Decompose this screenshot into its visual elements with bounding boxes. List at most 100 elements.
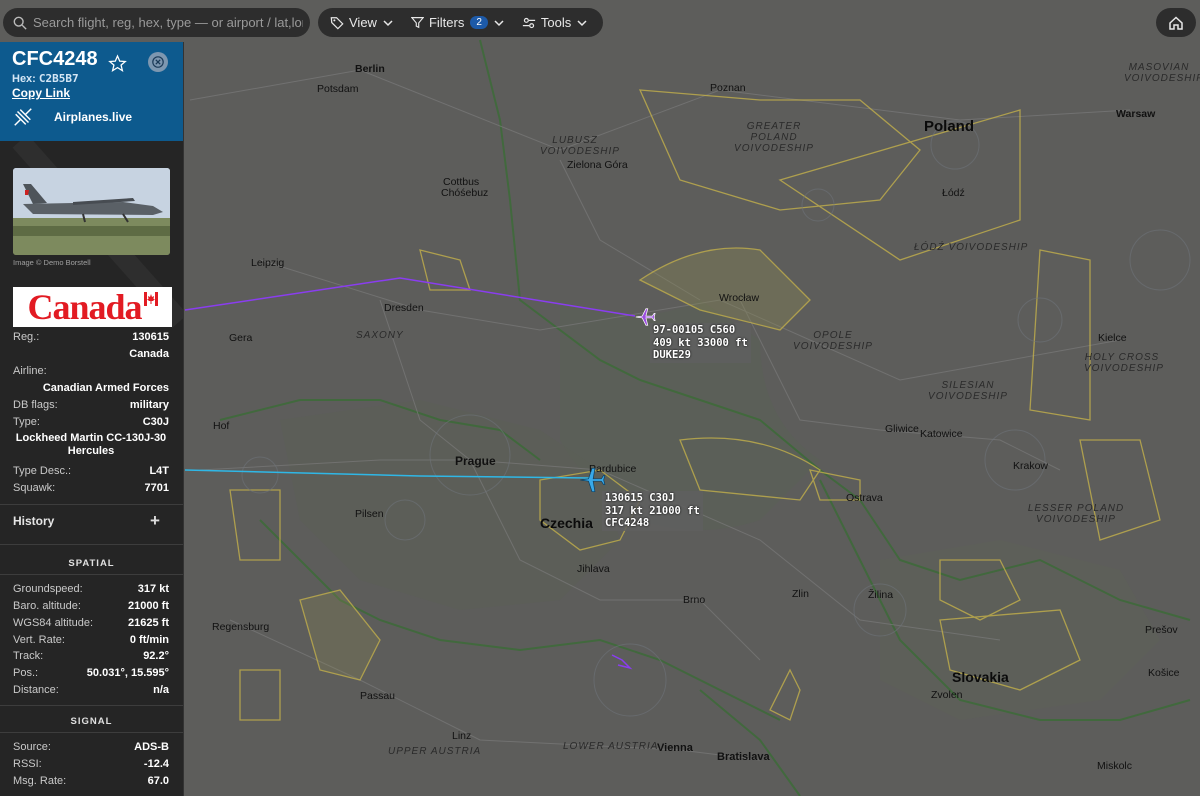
msg-rate-label: Msg. Rate: bbox=[13, 775, 67, 787]
vert-rate-row: Vert. Rate: 0 ft/min bbox=[13, 634, 169, 646]
squawk-value: 7701 bbox=[144, 482, 169, 494]
filters-button[interactable]: Filters 2 bbox=[405, 8, 510, 37]
distance-value: n/a bbox=[153, 684, 169, 696]
reg-label: Reg.: bbox=[13, 331, 40, 343]
aircraft-info-panel: CFC4248 Hex: C2B5B7 Copy Link Airplanes.… bbox=[0, 42, 184, 796]
city-label: Kielce bbox=[1098, 332, 1127, 344]
close-button[interactable] bbox=[148, 52, 168, 72]
type-label: Type: bbox=[13, 416, 40, 428]
track-row: Track: 92.2° bbox=[13, 650, 169, 662]
airplane-icon bbox=[14, 108, 32, 126]
reg-row: Reg.: 130615 bbox=[13, 331, 169, 343]
type-value: C30J bbox=[142, 416, 169, 428]
aircraft-label-line: 317 kt 21000 ft bbox=[605, 504, 700, 517]
region-label: OPOLE VOIVODESHIP bbox=[793, 330, 873, 352]
search-input[interactable] bbox=[33, 15, 303, 30]
country-label: Czechia bbox=[540, 515, 593, 531]
filters-count-badge: 2 bbox=[470, 16, 488, 29]
dbflags-label: DB flags: bbox=[13, 399, 58, 411]
aircraft-label-line: 130615 C30J bbox=[605, 492, 675, 504]
maple-leaf-icon bbox=[143, 292, 158, 306]
divider bbox=[0, 504, 183, 505]
city-label: Prague bbox=[455, 454, 496, 468]
divider bbox=[0, 732, 183, 733]
baro-altitude-label: Baro. altitude: bbox=[13, 600, 81, 612]
type-row: Type: C30J bbox=[13, 416, 169, 428]
flag-wordmark: Canada bbox=[27, 287, 142, 327]
squawk-label: Squawk: bbox=[13, 482, 56, 494]
source-site-label: Airplanes.live bbox=[54, 110, 133, 124]
dbflags-row: DB flags: military bbox=[13, 399, 169, 411]
reg-country-row: Canada bbox=[13, 348, 169, 360]
star-icon[interactable] bbox=[108, 54, 127, 73]
city-label: Košice bbox=[1148, 667, 1180, 679]
divider bbox=[0, 705, 183, 706]
tools-button[interactable]: Tools bbox=[516, 8, 593, 37]
airline-label: Airline: bbox=[13, 365, 47, 377]
home-button[interactable] bbox=[1156, 8, 1196, 37]
city-label: Zlin bbox=[792, 588, 809, 600]
track-value: 92.2° bbox=[143, 650, 169, 662]
aircraft-label-line: DUKE29 bbox=[653, 349, 691, 361]
country-label: Slovakia bbox=[952, 669, 1009, 685]
track-label: Track: bbox=[13, 650, 44, 662]
aircraft-label-line: 97-00105 C560 bbox=[653, 324, 736, 336]
home-icon bbox=[1169, 15, 1183, 30]
source-value: ADS-B bbox=[134, 741, 169, 753]
distance-row: Distance: n/a bbox=[13, 684, 169, 696]
aircraft-label-line: 409 kt 33000 ft bbox=[653, 336, 748, 349]
aircraft-label-line: CFC4248 bbox=[605, 517, 650, 529]
groundspeed-label: Groundspeed: bbox=[13, 583, 83, 595]
city-label: Bratislava bbox=[717, 751, 770, 763]
tag-icon bbox=[330, 16, 344, 30]
rssi-label: RSSI: bbox=[13, 758, 42, 770]
city-label: Regensburg bbox=[212, 621, 270, 633]
city-label: Brno bbox=[683, 594, 706, 606]
reg-value[interactable]: 130615 bbox=[132, 331, 169, 343]
region-label: ŁÓDŹ VOIVODESHIP bbox=[914, 242, 1029, 253]
view-label: View bbox=[349, 15, 377, 30]
search-bar[interactable] bbox=[3, 8, 310, 37]
city-label: Prešov bbox=[1145, 624, 1178, 636]
squawk-row: Squawk: 7701 bbox=[13, 482, 169, 494]
view-button[interactable]: View bbox=[324, 8, 399, 37]
aircraft-label-cfc4248[interactable]: 130615 C30J 317 kt 21000 ft CFC4248 bbox=[602, 491, 703, 531]
aircraft-icon-cfc4248[interactable] bbox=[578, 466, 606, 494]
source-link-row[interactable]: Airplanes.live bbox=[12, 106, 171, 128]
typedesc-row: Type Desc.: L4T bbox=[13, 465, 169, 477]
spatial-section-title: SPATIAL bbox=[68, 558, 115, 569]
vert-rate-value: 0 ft/min bbox=[129, 634, 169, 646]
signal-section-title: SIGNAL bbox=[70, 716, 113, 727]
city-label: Katowice bbox=[920, 428, 963, 440]
city-label: Berlin bbox=[355, 63, 385, 75]
reg-country-value: Canada bbox=[129, 348, 169, 360]
city-label: Passau bbox=[360, 690, 396, 702]
chevron-down-icon bbox=[383, 19, 393, 26]
tools-icon bbox=[522, 17, 536, 28]
region-label: LOWER AUSTRIA bbox=[563, 741, 659, 752]
copy-link[interactable]: Copy Link bbox=[12, 86, 171, 100]
city-label: Gliwice bbox=[885, 423, 919, 435]
hex-line: Hex: C2B5B7 bbox=[12, 72, 171, 85]
history-toggle[interactable]: History bbox=[13, 514, 54, 528]
expand-plus-icon[interactable]: + bbox=[150, 511, 160, 531]
hex-value: C2B5B7 bbox=[38, 72, 79, 85]
airline-value-row: Canadian Armed Forces bbox=[13, 382, 169, 394]
groundspeed-value: 317 kt bbox=[137, 583, 169, 595]
city-label: Łódź bbox=[942, 187, 965, 199]
region-label: GREATER POLAND VOIVODESHIP bbox=[734, 121, 814, 154]
callsign-title: CFC4248 bbox=[12, 48, 98, 70]
position-value: 50.031°, 15.595° bbox=[86, 667, 169, 679]
baro-altitude-value: 21000 ft bbox=[128, 600, 169, 612]
region-label: MASOVIAN VOIVODESHIP bbox=[1124, 62, 1200, 84]
aircraft-photo[interactable] bbox=[13, 168, 170, 255]
type-name-value: Lockheed Martin CC-130J-30 Hercules bbox=[15, 432, 167, 457]
aircraft-label-duke29[interactable]: 97-00105 C560 409 kt 33000 ft DUKE29 bbox=[650, 323, 751, 363]
city-label: Ostrava bbox=[846, 492, 883, 504]
rssi-value: -12.4 bbox=[143, 758, 169, 770]
airline-row: Airline: bbox=[13, 365, 169, 377]
typedesc-label: Type Desc.: bbox=[13, 465, 72, 477]
search-icon bbox=[13, 16, 27, 30]
country-flag-logo: Canada bbox=[13, 287, 172, 327]
baro-altitude-row: Baro. altitude: 21000 ft bbox=[13, 600, 169, 612]
